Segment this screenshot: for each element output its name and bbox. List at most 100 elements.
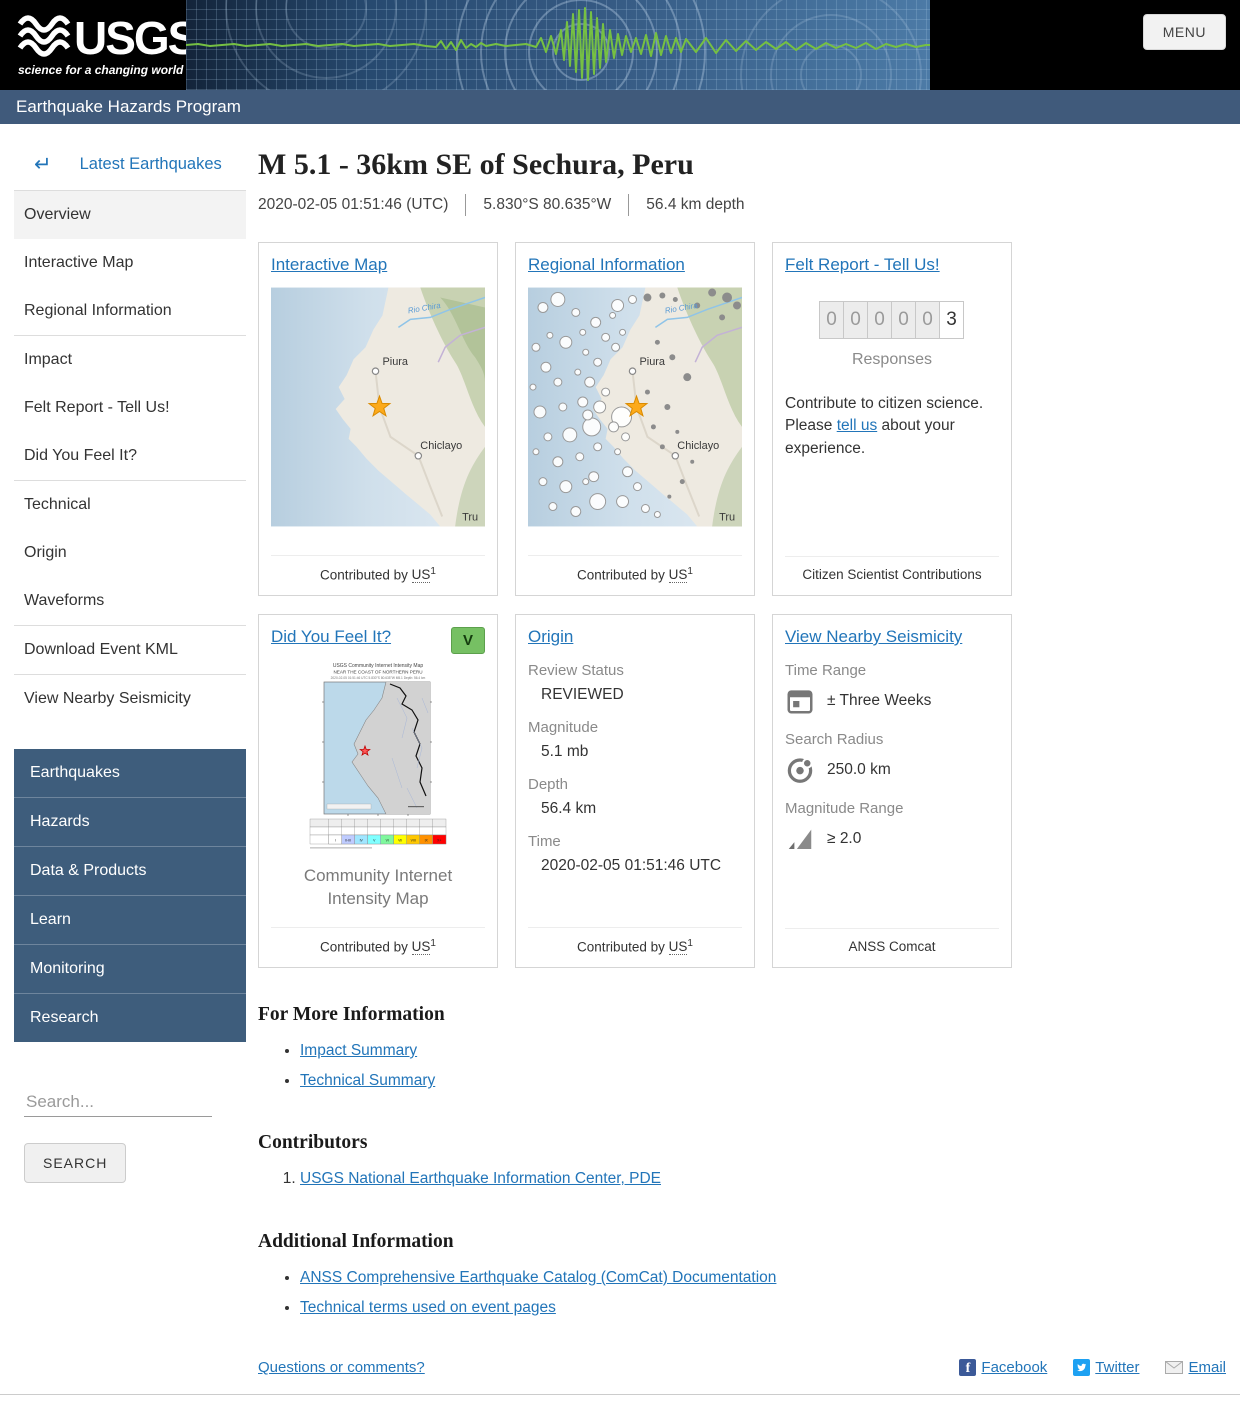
list-item: USGS National Earthquake Information Cen… <box>300 1164 1226 1194</box>
site-nav: Earthquakes Hazards Data & Products Lear… <box>14 749 246 1042</box>
sidebar-item-learn[interactable]: Learn <box>14 895 246 944</box>
counter-digit: 0 <box>843 301 868 339</box>
sidebar-item-technical[interactable]: Technical <box>14 481 246 529</box>
search-box: SEARCH <box>24 1088 236 1183</box>
regional-information-link[interactable]: Regional Information <box>528 255 685 274</box>
map-label-chiclayo: Chiclayo <box>677 440 719 452</box>
depth-label: Depth <box>528 776 569 793</box>
event-nav-group-4: Download Event KML <box>14 625 246 674</box>
sidebar-item-research[interactable]: Research <box>14 993 246 1042</box>
counter-digit: 0 <box>891 301 916 339</box>
origin-link[interactable]: Origin <box>528 627 573 646</box>
subtitle-divider <box>628 194 630 216</box>
attribution-sup: 1 <box>687 937 693 949</box>
svg-text:VIII: VIII <box>411 839 416 843</box>
sidebar-item-impact[interactable]: Impact <box>14 336 246 384</box>
did-you-feel-it-link[interactable]: Did You Feel It? <box>271 627 391 646</box>
attribution-source[interactable]: US <box>668 939 688 955</box>
attribution-source[interactable]: US <box>668 567 688 583</box>
interactive-map-link[interactable]: Interactive Map <box>271 255 387 274</box>
sidebar-item-earthquakes[interactable]: Earthquakes <box>14 749 246 797</box>
event-subtitle: 2020-02-05 01:51:46 (UTC) 5.830°S 80.635… <box>258 194 1226 216</box>
sidebar-item-origin[interactable]: Origin <box>14 529 246 577</box>
time-value: 2020-02-05 01:51:46 UTC <box>541 857 722 874</box>
interactive-map-thumbnail[interactable]: Piura Chiclayo Tru Rio Chira <box>271 287 485 527</box>
responses-label: Responses <box>851 351 933 368</box>
attribution-prefix: Contributed by <box>320 567 408 582</box>
program-bar[interactable]: Earthquake Hazards Program <box>0 90 1240 124</box>
latest-earthquakes-link[interactable]: Latest Earthquakes <box>80 155 222 174</box>
search-input[interactable] <box>24 1088 212 1117</box>
social-links: f Facebook Twitter Email <box>959 1359 1226 1377</box>
usgs-logo-text: USGS <box>74 12 186 64</box>
search-button[interactable]: SEARCH <box>24 1143 127 1183</box>
contributors-heading: Contributors <box>258 1132 368 1154</box>
magnitude-icon <box>788 829 812 849</box>
time-range-value: ± Three Weeks <box>827 692 932 709</box>
usgs-logo[interactable]: USGS science for a changing world <box>0 0 199 90</box>
technical-terms-link[interactable]: Technical terms used on event pages <box>300 1299 556 1316</box>
additional-information-heading: Additional Information <box>258 1230 454 1252</box>
intensity-badge[interactable]: V <box>450 627 485 654</box>
counter-digit: 0 <box>819 301 844 339</box>
subtitle-divider <box>465 194 467 216</box>
list-item: Impact Summary <box>300 1036 1226 1066</box>
sidebar-item-did-you-feel-it[interactable]: Did You Feel It? <box>14 432 246 480</box>
header-right: MENU <box>930 0 1240 90</box>
seismograph-banner <box>186 0 930 90</box>
dyfi-thumbnail[interactable]: USGS Community Internet Intensity Map NE… <box>302 658 454 854</box>
facebook-link[interactable]: Facebook <box>981 1359 1047 1376</box>
menu-button[interactable]: MENU <box>1142 14 1226 50</box>
seismograph-waveform-icon <box>186 0 930 90</box>
list-item: ANSS Comprehensive Earthquake Catalog (C… <box>300 1263 1226 1293</box>
dyfi-caption: Community Internet Intensity Map <box>303 866 453 908</box>
contributor-link[interactable]: USGS National Earthquake Information Cen… <box>300 1170 661 1187</box>
questions-or-comments-link[interactable]: Questions or comments? <box>258 1359 425 1376</box>
impact-summary-link[interactable]: Impact Summary <box>300 1042 417 1059</box>
sidebar-item-monitoring[interactable]: Monitoring <box>14 944 246 993</box>
email-link[interactable]: Email <box>1188 1359 1226 1376</box>
twitter-link[interactable]: Twitter <box>1095 1359 1139 1376</box>
search-radius-label: Search Radius <box>785 731 884 748</box>
additional-info-list: ANSS Comprehensive Earthquake Catalog (C… <box>258 1263 1226 1323</box>
attribution-source[interactable]: US <box>411 939 431 955</box>
sidebar-item-view-nearby-seismicity[interactable]: View Nearby Seismicity <box>14 675 246 723</box>
did-you-feel-it-card: Did You Feel It? V USGS Community Intern… <box>258 614 498 968</box>
attribution-source[interactable]: US <box>411 567 431 583</box>
event-time: 2020-02-05 01:51:46 (UTC) <box>258 196 449 213</box>
sidebar-item-overview[interactable]: Overview <box>14 191 246 239</box>
twitter-icon <box>1073 1359 1091 1377</box>
view-nearby-seismicity-link[interactable]: View Nearby Seismicity <box>785 627 962 646</box>
sidebar-item-download-event-kml[interactable]: Download Event KML <box>14 626 246 674</box>
page: USGS science for a changing world MENU E… <box>0 0 1240 1408</box>
svg-text:X+: X+ <box>437 839 441 843</box>
usgs-logo-icon: USGS science for a changing world <box>17 12 199 77</box>
attribution-prefix: Contributed by <box>577 939 665 954</box>
map-label-chiclayo: Chiclayo <box>420 440 462 452</box>
for-more-information-heading: For More Information <box>258 1004 445 1025</box>
tell-us-link[interactable]: tell us <box>837 417 878 434</box>
felt-report-link[interactable]: Felt Report - Tell Us! <box>785 255 940 274</box>
interactive-map-attribution: Contributed by US1 <box>271 554 485 596</box>
time-range-label: Time Range <box>785 662 867 679</box>
attribution-sup: 1 <box>430 565 436 577</box>
facebook-item: f Facebook <box>959 1359 1047 1377</box>
sidebar-item-data-products[interactable]: Data & Products <box>14 846 246 895</box>
sidebar-item-hazards[interactable]: Hazards <box>14 797 246 846</box>
svg-text:VI: VI <box>386 839 389 843</box>
attribution-sup: 1 <box>687 565 693 577</box>
more-info-list: Impact Summary Technical Summary <box>258 1036 1226 1096</box>
back-to-latest-earthquakes[interactable]: ↵ Latest Earthquakes <box>14 142 246 190</box>
sidebar-item-waveforms[interactable]: Waveforms <box>14 577 246 625</box>
magnitude-range-value: ≥ 2.0 <box>827 830 862 847</box>
comcat-documentation-link[interactable]: ANSS Comprehensive Earthquake Catalog (C… <box>300 1269 776 1286</box>
event-nav-group-2: Impact Felt Report - Tell Us! Did You Fe… <box>14 335 246 480</box>
technical-summary-link[interactable]: Technical Summary <box>300 1072 435 1089</box>
attribution-prefix: Contributed by <box>577 567 665 582</box>
regional-information-thumbnail[interactable]: Piura Chiclayo Tru Rio Chira <box>528 287 742 527</box>
twitter-item: Twitter <box>1073 1359 1139 1377</box>
sidebar-item-regional-information[interactable]: Regional Information <box>14 287 246 335</box>
email-icon <box>1165 1361 1184 1375</box>
sidebar-item-interactive-map[interactable]: Interactive Map <box>14 239 246 287</box>
sidebar-item-felt-report[interactable]: Felt Report - Tell Us! <box>14 384 246 432</box>
